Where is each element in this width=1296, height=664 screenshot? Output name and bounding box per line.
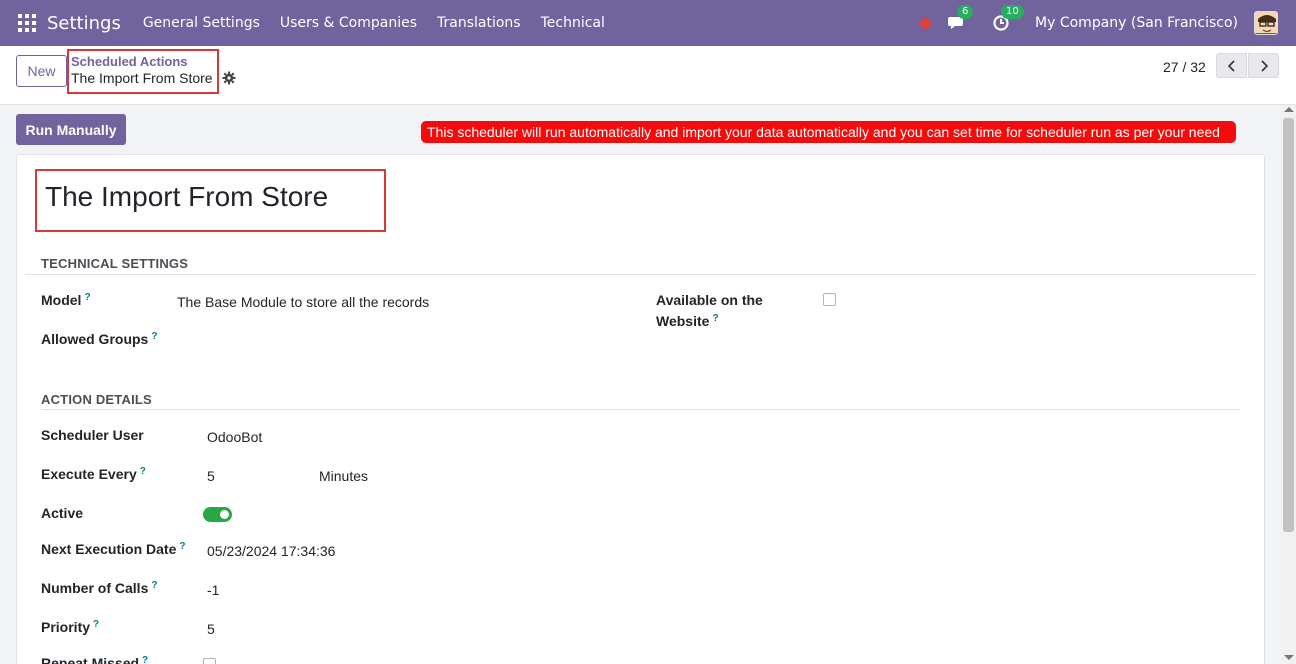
help-tooltip-icon[interactable]: ? [140, 466, 146, 477]
apps-grid-icon[interactable] [18, 14, 36, 32]
action-details-heading: ACTION DETAILS [41, 392, 152, 407]
top-navbar: Settings General Settings Users & Compan… [0, 0, 1296, 46]
number-of-calls-label: Number of Calls? [41, 580, 158, 596]
execute-every-unit[interactable]: Minutes [319, 468, 368, 484]
section-divider [41, 409, 1240, 410]
scroll-up-arrow-icon[interactable] [1284, 107, 1294, 112]
help-tooltip-icon[interactable]: ? [142, 655, 148, 664]
technical-settings-heading: TECHNICAL SETTINGS [41, 256, 189, 271]
breadcrumb-parent-link[interactable]: Scheduled Actions [71, 54, 188, 69]
pager-previous-button[interactable] [1216, 53, 1247, 78]
section-divider [25, 274, 1256, 275]
navbar-systray: 6 10 My Company (San Francisco) [920, 0, 1296, 46]
menu-translations[interactable]: Translations [437, 15, 521, 31]
activities-icon[interactable]: 10 [991, 5, 1024, 33]
pager-value[interactable]: 27 / 32 [1163, 59, 1206, 75]
company-switcher[interactable]: My Company (San Francisco) [1035, 15, 1238, 31]
help-tooltip-icon[interactable]: ? [712, 313, 718, 324]
priority-label: Priority? [41, 619, 100, 635]
execute-every-number[interactable]: 5 [207, 468, 215, 484]
record-indicator-icon[interactable] [920, 17, 932, 29]
user-avatar[interactable] [1254, 11, 1278, 35]
model-label: Model? [41, 292, 91, 308]
execute-every-label: Execute Every? [41, 466, 146, 482]
help-tooltip-icon[interactable]: ? [151, 580, 157, 591]
messages-badge: 6 [957, 5, 974, 19]
scroll-down-arrow-icon[interactable] [1284, 655, 1294, 660]
record-title[interactable]: The Import From Store [45, 181, 328, 213]
activities-badge: 10 [1001, 5, 1024, 19]
chevron-right-icon [1260, 59, 1268, 72]
pager-next-button[interactable] [1248, 53, 1279, 78]
available-on-website-label-line2: Website? [656, 313, 719, 329]
priority-value[interactable]: 5 [207, 621, 215, 637]
gear-icon[interactable] [222, 71, 236, 85]
menu-technical[interactable]: Technical [541, 15, 605, 31]
chevron-left-icon [1227, 59, 1235, 72]
control-panel: New Scheduled Actions The Import From St… [0, 46, 1296, 105]
active-label: Active [41, 505, 84, 521]
menu-users-companies[interactable]: Users & Companies [280, 15, 417, 31]
available-on-website-checkbox[interactable] [823, 293, 836, 306]
next-execution-date-label: Next Execution Date? [41, 541, 186, 557]
menu-general-settings[interactable]: General Settings [143, 15, 260, 31]
help-tooltip-icon[interactable]: ? [93, 619, 99, 630]
breadcrumb-current: The Import From Store [71, 70, 213, 86]
allowed-groups-label: Allowed Groups? [41, 331, 158, 347]
scheduler-user-label: Scheduler User [41, 427, 144, 443]
messages-icon[interactable]: 6 [947, 5, 974, 33]
repeat-missed-checkbox[interactable] [203, 658, 216, 664]
available-on-website-label: Available on the [656, 292, 763, 308]
toggle-knob [220, 510, 229, 519]
model-value[interactable]: The Base Module to store all the records [177, 294, 429, 310]
scheduler-user-value[interactable]: OdooBot [207, 429, 262, 445]
help-tooltip-icon[interactable]: ? [84, 292, 90, 303]
app-brand[interactable]: Settings [47, 13, 121, 34]
scrollbar-thumb[interactable] [1283, 118, 1294, 532]
repeat-missed-label: Repeat Missed? [41, 655, 149, 664]
number-of-calls-value[interactable]: -1 [207, 582, 219, 598]
help-tooltip-icon[interactable]: ? [151, 331, 157, 342]
help-tooltip-icon[interactable]: ? [179, 541, 185, 552]
run-manually-button[interactable]: Run Manually [16, 114, 126, 145]
active-toggle[interactable] [203, 507, 232, 522]
avatar-face-icon [1255, 12, 1277, 34]
new-button[interactable]: New [16, 55, 67, 87]
next-execution-date-value[interactable]: 05/23/2024 17:34:36 [207, 543, 335, 559]
info-note-banner: This scheduler will run automatically an… [421, 121, 1236, 143]
